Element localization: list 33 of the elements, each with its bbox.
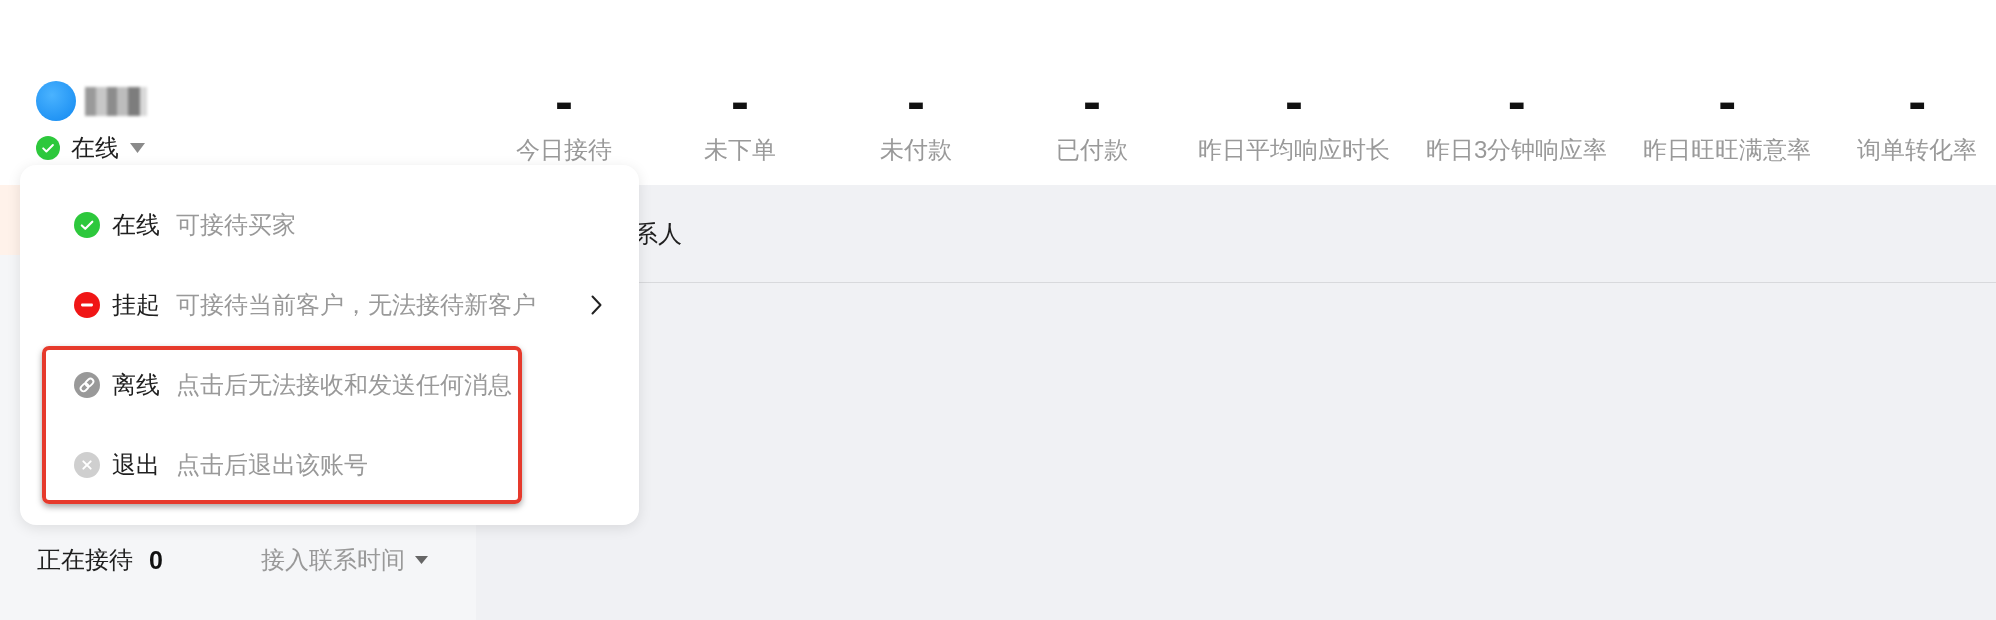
stat-value: -: [731, 74, 749, 128]
status-dropdown[interactable]: 在线: [36, 133, 145, 163]
count: 0: [149, 545, 163, 575]
caret-icon: [415, 556, 428, 564]
status-menu-item[interactable]: 在线 可接待买家: [74, 185, 602, 265]
stat-value: -: [555, 74, 573, 128]
status-menu-item[interactable]: 退出 点击后退出该账号: [74, 425, 602, 505]
stat-label: 昨日平均响应时长: [1198, 135, 1390, 165]
caret-icon: [130, 143, 145, 153]
status-menu-item[interactable]: 离线 点击后无法接收和发送任何消息: [74, 345, 602, 425]
check-circle-icon: [36, 136, 60, 160]
highlight-strip: [0, 185, 20, 255]
stat-label: 已付款: [1056, 135, 1128, 165]
stat-label: 今日接待: [516, 135, 612, 165]
stat-value: -: [1507, 74, 1526, 128]
status-menu-item[interactable]: 挂起 可接待当前客户，无法接待新客户: [74, 265, 602, 345]
stat-value: -: [907, 74, 925, 128]
list-title: 正在接待: [37, 545, 133, 575]
stat-value: -: [1718, 74, 1737, 128]
check-circle-icon: [74, 212, 100, 238]
stat-label: 昨日3分钟响应率: [1426, 135, 1608, 165]
close-circle-icon: [74, 452, 100, 478]
stat-value: -: [1083, 74, 1101, 128]
minus-circle-icon: [74, 292, 100, 318]
stat-label: 未下单: [704, 135, 776, 165]
stat-value: -: [1908, 74, 1927, 128]
stat-label: 询单转化率: [1857, 135, 1978, 165]
stat-label: 昨日旺旺满意率: [1643, 135, 1812, 165]
link-circle-icon: [74, 372, 100, 398]
blurred-name: [85, 86, 147, 116]
stat-label: 未付款: [880, 135, 952, 165]
avatar: [36, 81, 76, 121]
stat-value: -: [1285, 74, 1303, 128]
